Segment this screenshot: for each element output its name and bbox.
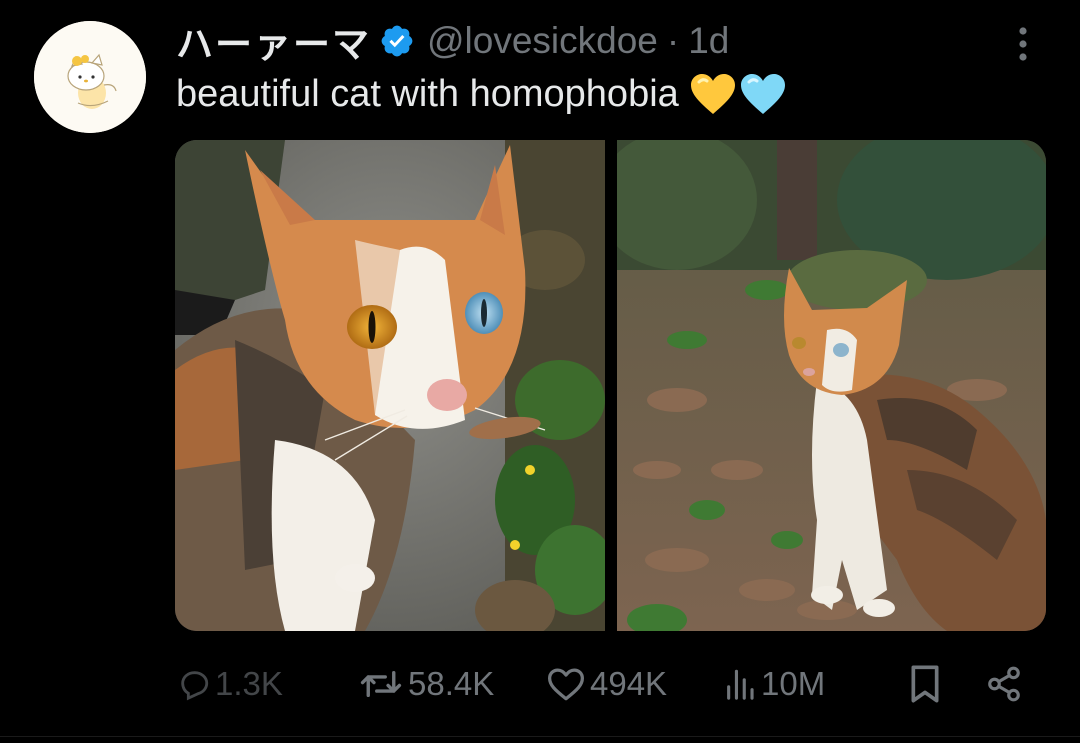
action-bar: 1.3K 58.4K 494K 10M [0,652,1080,716]
retweet-icon [360,670,402,698]
author-display-name[interactable]: ハーァーマ [176,14,371,68]
retweet-count: 58.4K [408,665,495,702]
tweet-card[interactable]: ハーァーマ @lovesickdoe · 1d beautiful cat wi… [0,0,1080,743]
share-icon [988,666,1020,702]
verified-badge-icon [381,25,413,57]
tweet-divider [0,736,1080,737]
like-count: 494K [590,665,668,702]
yellow-heart-icon [690,74,735,114]
views-icon [727,669,754,700]
author-handle[interactable]: @lovesickdoe [427,20,658,62]
heart-icon [548,668,584,701]
cat-garden-photo-icon [617,140,1046,631]
reply-button[interactable]: 1.3K [177,652,283,716]
emoji-group [689,72,789,116]
reply-icon [181,671,209,701]
media-photo-2[interactable] [617,140,1046,631]
share-button[interactable] [985,652,1023,716]
tweet-body: beautiful cat with homophobia [176,72,679,115]
views-button[interactable]: 10M [723,652,825,716]
tweet-text: beautiful cat with homophobia [176,72,789,116]
cat-closeup-photo-icon [175,140,605,631]
retweet-button[interactable]: 58.4K [358,652,494,716]
reply-count: 1.3K [215,665,283,702]
like-button[interactable]: 494K [546,652,667,716]
tweet-header: ハーァーマ @lovesickdoe · 1d [176,18,729,65]
more-options-icon[interactable] [1008,24,1038,64]
light-blue-heart-icon [740,74,785,114]
separator-dot: · [666,20,680,61]
hello-kitty-avatar-icon [34,21,146,133]
author-avatar[interactable] [34,21,146,133]
bookmark-icon [911,665,939,703]
tweet-timestamp[interactable]: 1d [688,20,729,62]
view-count: 10M [761,665,826,702]
tweet-media [175,140,1046,631]
media-photo-1[interactable] [175,140,605,631]
bookmark-button[interactable] [907,652,943,716]
